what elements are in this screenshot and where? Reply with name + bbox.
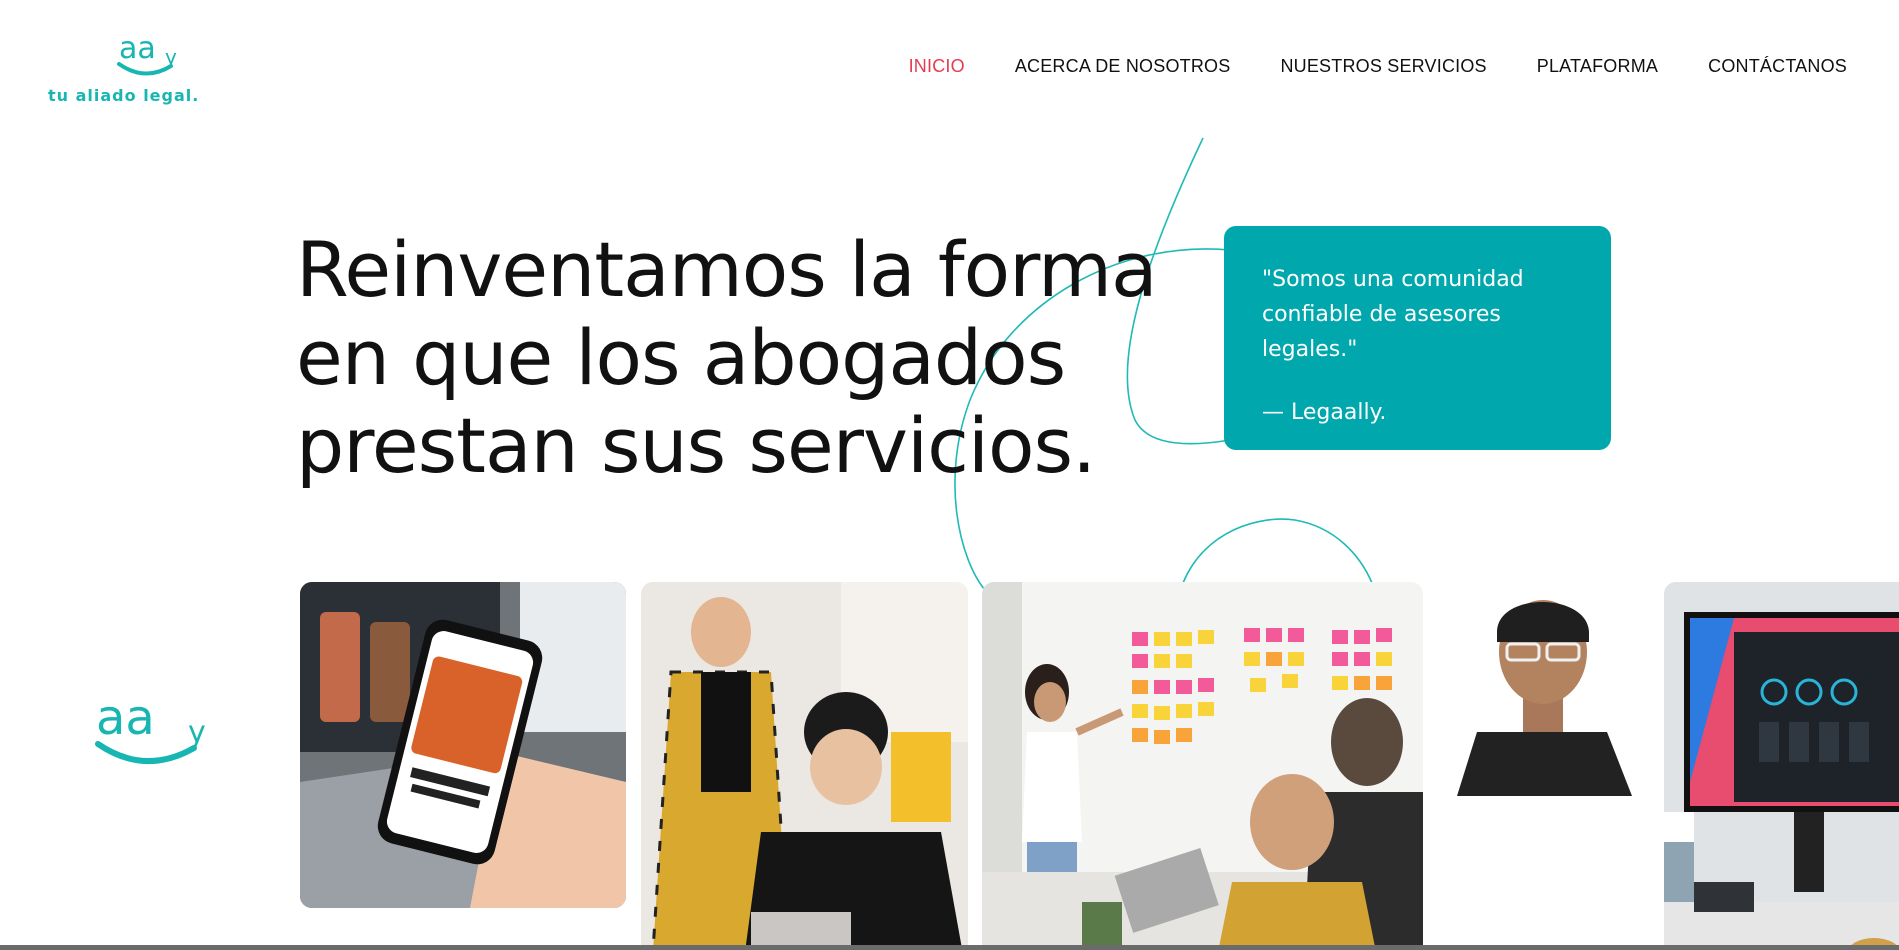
svg-text:y: y: [188, 715, 206, 750]
meeting-image: [982, 582, 1423, 950]
smile-logo-icon: aa y: [117, 31, 177, 76]
people-image: [641, 582, 968, 950]
portrait-man-photo: [1437, 582, 1650, 796]
nav-item-contactanos[interactable]: CONTÁCTANOS: [1708, 56, 1847, 77]
main-navigation: INICIO ACERCA DE NOSOTROS NUESTROS SERVI…: [909, 56, 1847, 77]
quote-author: — Legaally.: [1262, 400, 1387, 425]
monitor-image: [1664, 582, 1899, 950]
brand-logo[interactable]: aa y tu aliado legal.: [40, 30, 200, 110]
person-image: [1437, 582, 1650, 796]
quote-text: "Somos una comunidad confiable de asesor…: [1262, 267, 1524, 362]
team-laptop-photo: [641, 582, 968, 950]
smartphone-image: [300, 582, 626, 908]
hero-title-line: prestan sus servicios.: [296, 401, 1096, 490]
hero-title-line: en que los abogados: [296, 313, 1066, 402]
bottom-divider: [0, 945, 1899, 950]
svg-text:aa: aa: [119, 31, 156, 66]
brand-tagline: tu aliado legal.: [48, 86, 200, 105]
nav-item-inicio[interactable]: INICIO: [909, 56, 965, 77]
smile-logo-icon: aa y: [95, 690, 206, 765]
phone-app-photo: [300, 582, 626, 908]
nav-item-plataforma[interactable]: PLATAFORMA: [1537, 56, 1658, 77]
svg-text:aa: aa: [96, 690, 155, 746]
quote-card: "Somos una comunidad confiable de asesor…: [1224, 226, 1611, 450]
hero-title-line: Reinventamos la forma: [296, 225, 1158, 314]
nav-item-servicios[interactable]: NUESTROS SERVICIOS: [1280, 56, 1486, 77]
desktop-monitor-photo: [1664, 582, 1899, 950]
nav-item-acerca[interactable]: ACERCA DE NOSOTROS: [1015, 56, 1231, 77]
hero-title: Reinventamos la forma en que los abogado…: [296, 225, 1158, 490]
sticky-notes-meeting-photo: [982, 582, 1423, 950]
side-logo: aa y: [90, 690, 220, 785]
